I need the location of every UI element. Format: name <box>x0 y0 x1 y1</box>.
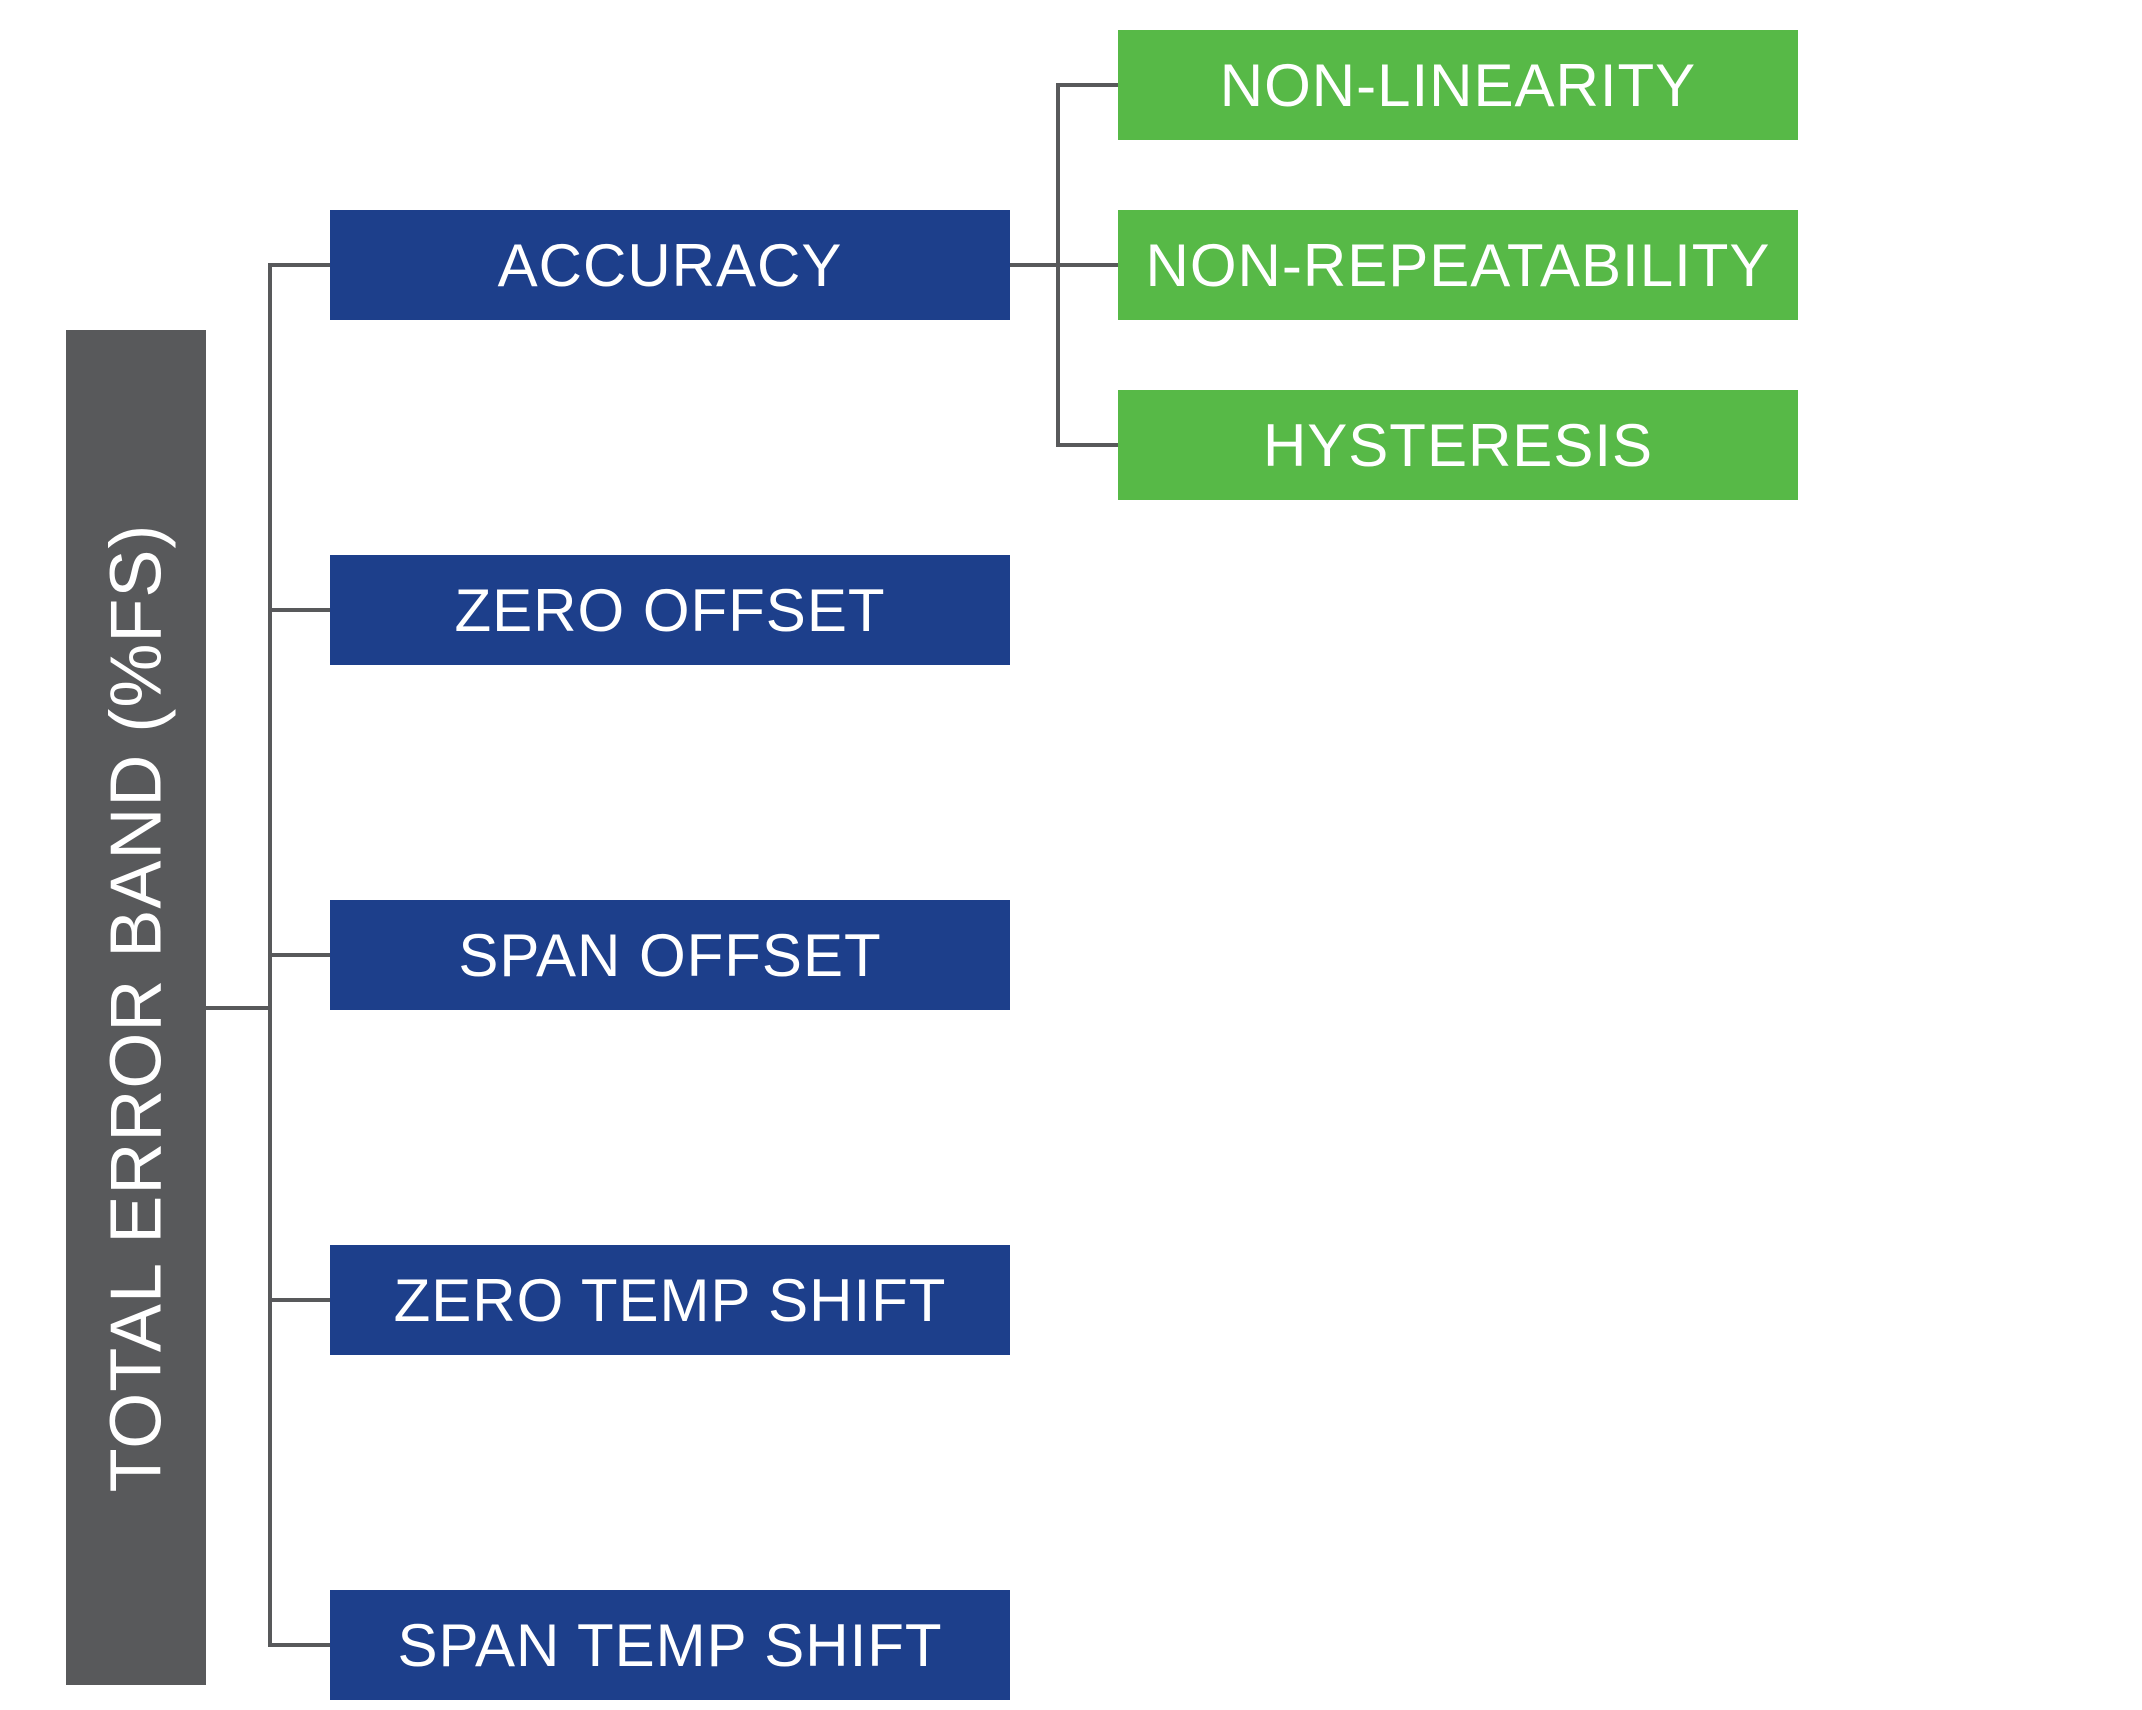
node-non-repeatability: NON-REPEATABILITY <box>1118 210 1798 320</box>
node-label: SPAN TEMP SHIFT <box>397 1611 942 1680</box>
node-non-linearity: NON-LINEARITY <box>1118 30 1798 140</box>
node-label: ZERO OFFSET <box>455 576 886 645</box>
root-total-error-band: TOTAL ERROR BAND (%FS) <box>66 330 206 1685</box>
node-label: HYSTERESIS <box>1263 411 1653 480</box>
connector-to-zero-temp-shift <box>268 1298 330 1302</box>
connector-to-non-repeatability <box>1056 263 1118 267</box>
node-zero-offset: ZERO OFFSET <box>330 555 1010 665</box>
node-label: NON-LINEARITY <box>1220 51 1696 120</box>
node-zero-temp-shift: ZERO TEMP SHIFT <box>330 1245 1010 1355</box>
root-label: TOTAL ERROR BAND (%FS) <box>95 523 177 1492</box>
connector-to-hysteresis <box>1056 443 1118 447</box>
node-accuracy: ACCURACY <box>330 210 1010 320</box>
connector-to-zero-offset <box>268 608 330 612</box>
connector-to-span-offset <box>268 953 330 957</box>
node-span-temp-shift: SPAN TEMP SHIFT <box>330 1590 1010 1700</box>
node-label: SPAN OFFSET <box>458 921 881 990</box>
node-hysteresis: HYSTERESIS <box>1118 390 1798 500</box>
connector-to-non-linearity <box>1056 83 1118 87</box>
node-label: ZERO TEMP SHIFT <box>394 1266 947 1335</box>
diagram-stage: TOTAL ERROR BAND (%FS) ACCURACY ZERO OFF… <box>0 0 2142 1710</box>
connector-to-accuracy <box>268 263 330 267</box>
connector-accuracy-stem <box>1010 263 1060 267</box>
node-label: NON-REPEATABILITY <box>1146 231 1771 300</box>
connector-to-span-temp-shift <box>268 1643 330 1647</box>
connector-root-stem <box>206 1006 272 1010</box>
node-label: ACCURACY <box>498 231 843 300</box>
node-span-offset: SPAN OFFSET <box>330 900 1010 1010</box>
